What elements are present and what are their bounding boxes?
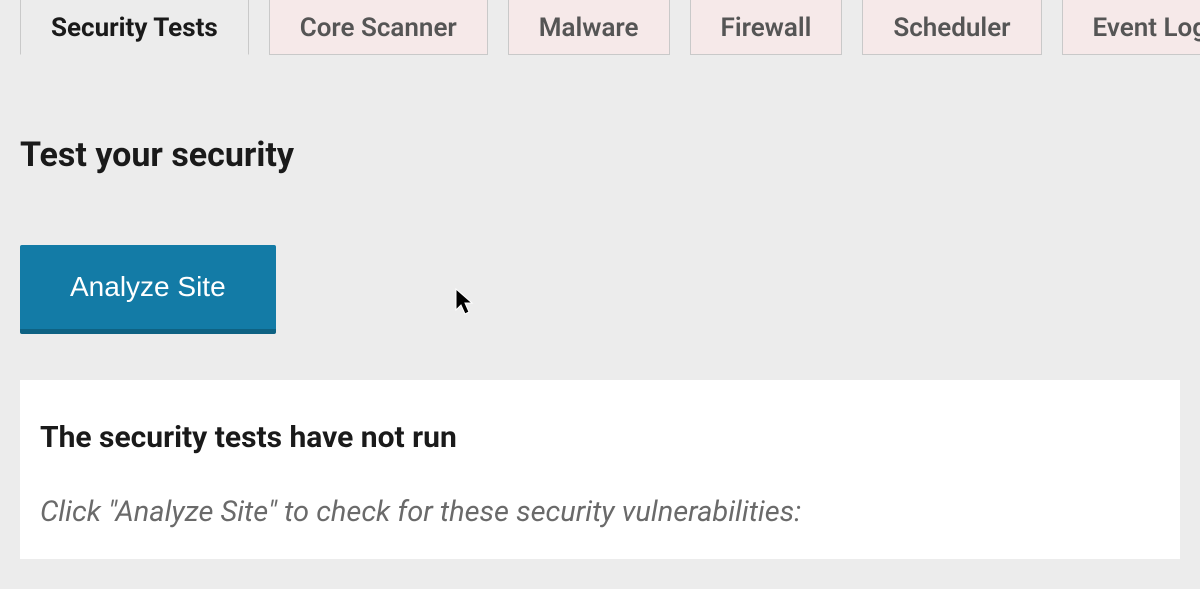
tab-event-log[interactable]: Event Log <box>1062 0 1200 55</box>
tab-firewall[interactable]: Firewall <box>690 0 843 55</box>
tab-core-scanner[interactable]: Core Scanner <box>269 0 488 55</box>
tab-malware[interactable]: Malware <box>508 0 670 55</box>
results-subtext: Click "Analyze Site" to check for these … <box>40 495 1160 529</box>
tab-scheduler[interactable]: Scheduler <box>862 0 1041 55</box>
tab-bar: Security Tests Core Scanner Malware Fire… <box>0 0 1200 55</box>
results-heading: The security tests have not run <box>40 420 1160 455</box>
analyze-site-button[interactable]: Analyze Site <box>20 245 276 334</box>
content-area: Test your security Analyze Site The secu… <box>0 55 1200 589</box>
section-title: Test your security <box>20 135 1180 175</box>
tab-security-tests[interactable]: Security Tests <box>20 0 249 55</box>
results-panel: The security tests have not run Click "A… <box>20 380 1180 559</box>
